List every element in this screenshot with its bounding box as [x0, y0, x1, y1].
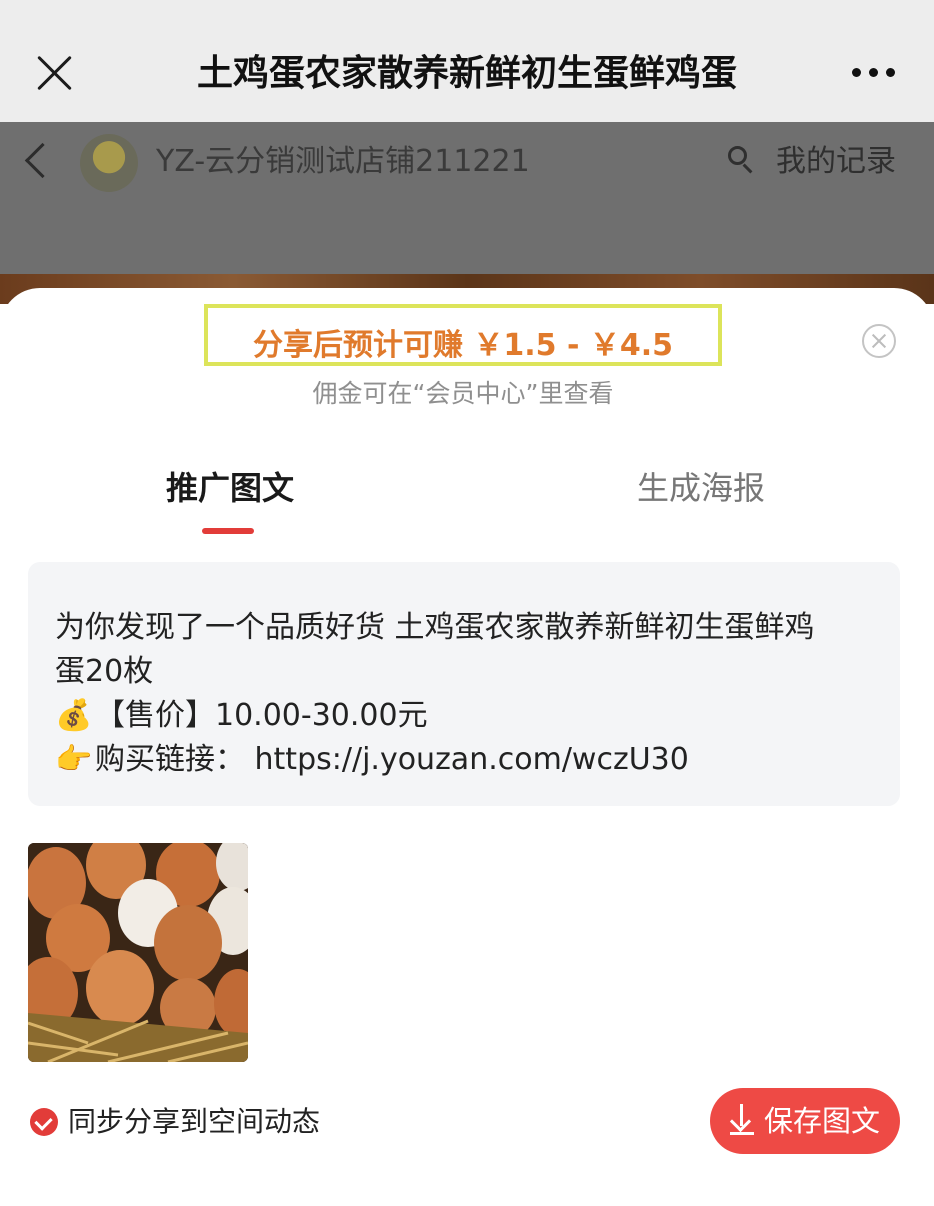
- price-text: 【售价】10.00-30.00元: [95, 698, 428, 733]
- sync-checkbox[interactable]: [30, 1108, 58, 1136]
- eggs-image: [28, 843, 248, 1062]
- link-line: 👉购买链接： https://j.youzan.com/wczU30: [55, 738, 689, 782]
- search-icon[interactable]: [728, 146, 752, 170]
- active-tab-indicator: [202, 528, 254, 534]
- sync-share-label[interactable]: 同步分享到空间动态: [68, 1100, 320, 1144]
- promo-text-line: 为你发现了一个品质好货 土鸡蛋农家散养新鲜初生蛋鲜鸡: [55, 610, 815, 645]
- sheet-close-icon[interactable]: [862, 324, 896, 358]
- close-icon[interactable]: [36, 54, 74, 92]
- tab-generate-poster[interactable]: 生成海报: [637, 462, 765, 514]
- my-records-link[interactable]: 我的记录: [776, 140, 896, 184]
- estimated-earnings: 分享后预计可赚 ￥1.5 - ￥4.5: [252, 328, 674, 363]
- commission-note: 佣金可在“会员中心”里查看: [312, 379, 614, 408]
- promo-text-line: 蛋20枚: [55, 654, 154, 689]
- pointing-hand-icon: 👉: [55, 742, 93, 777]
- product-image[interactable]: [28, 843, 248, 1062]
- store-avatar[interactable]: [80, 134, 138, 192]
- save-button-label[interactable]: 保存图文: [764, 1099, 880, 1143]
- purchase-link-text[interactable]: 购买链接： https://j.youzan.com/wczU30: [95, 742, 689, 777]
- download-icon-base: [730, 1132, 754, 1135]
- more-icon[interactable]: [852, 68, 896, 78]
- store-name[interactable]: YZ-云分销测试店铺211221: [156, 140, 530, 184]
- money-bag-icon: 💰: [55, 698, 93, 733]
- price-line: 💰【售价】10.00-30.00元: [55, 694, 428, 738]
- tab-promo-text[interactable]: 推广图文: [166, 462, 294, 514]
- page-title: 土鸡蛋农家散养新鲜初生蛋鲜鸡蛋: [196, 53, 737, 94]
